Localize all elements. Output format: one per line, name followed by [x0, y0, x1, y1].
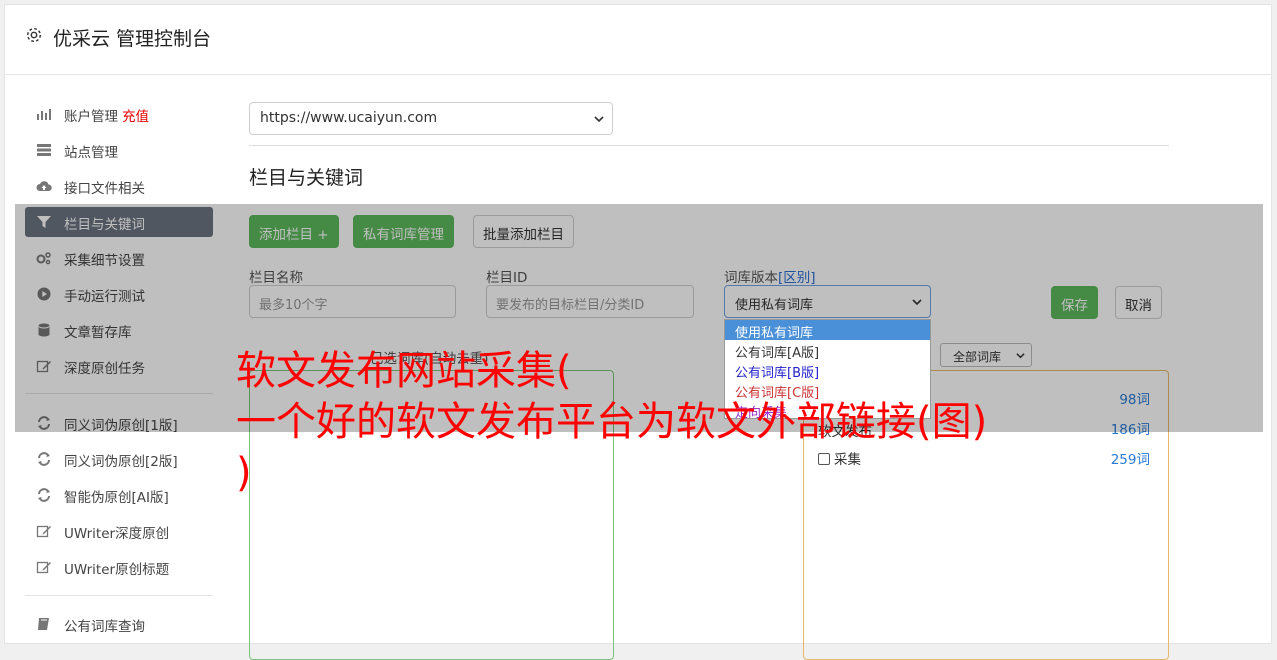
book-icon [38, 618, 49, 630]
sidebar-item-ai-original[interactable]: 智能伪原创[AI版] [25, 480, 213, 510]
sidebar-divider [25, 595, 213, 596]
sidebar-item-uwriter-deep[interactable]: UWriter深度原创 [25, 516, 213, 546]
sidebar-item-label: 公有词库查询 [64, 619, 145, 635]
page-title: 优采云 管理控制台 [53, 28, 212, 50]
watermark-line: 一个好的软文发布平台为软文外部链接(图) [236, 399, 988, 445]
page-header: 优采云 管理控制台 [5, 5, 1271, 75]
site-select-value: https://www.ucaiyun.com [260, 110, 438, 126]
bar-chart-icon [37, 109, 51, 120]
site-select[interactable]: https://www.ucaiyun.com [249, 102, 613, 135]
sidebar-item-label: 站点管理 [64, 145, 118, 161]
sidebar-item-label: UWriter深度原创 [64, 526, 170, 542]
sidebar-item-synonym-v2[interactable]: 同义词伪原创[2版] [25, 444, 213, 474]
sidebar-item-label: 同义词伪原创[2版] [64, 454, 178, 470]
watermark-line: ) [236, 450, 252, 496]
sidebar-item-interface[interactable]: 接口文件相关 [25, 171, 213, 201]
chevron-down-icon [594, 116, 604, 123]
sidebar-item-label: 接口文件相关 [64, 181, 145, 197]
refresh-icon [38, 488, 50, 502]
gear-icon [26, 27, 42, 43]
cloud-upload-icon [36, 181, 52, 191]
edit-icon [36, 561, 51, 574]
sidebar-item-account[interactable]: 账户管理 充值 [25, 99, 213, 129]
sidebar-item-label: 智能伪原创[AI版] [64, 490, 169, 506]
divider [249, 145, 1169, 146]
sidebar-item-label: 账户管理 [64, 109, 118, 125]
section-title: 栏目与关键词 [249, 167, 364, 189]
dict-option-private[interactable]: 使用私有词库 [725, 320, 930, 341]
sidebar-item-sites[interactable]: 站点管理 [25, 135, 213, 165]
server-icon [37, 144, 51, 156]
watermark-title: 软文发布网站采集( 一个好的软文发布平台为软文外部链接(图) ) [236, 346, 1076, 499]
recharge-link[interactable]: 充值 [122, 109, 149, 125]
sidebar-item-uwriter-title[interactable]: UWriter原创标题 [25, 552, 213, 582]
sidebar-item-label: UWriter原创标题 [64, 562, 170, 578]
edit-icon [36, 525, 51, 538]
refresh-icon [38, 452, 50, 466]
watermark-line: 软文发布网站采集( [236, 348, 572, 394]
sidebar-item-public-dict[interactable]: 公有词库查询 [25, 609, 213, 639]
word-count: 259词 [1110, 452, 1150, 468]
